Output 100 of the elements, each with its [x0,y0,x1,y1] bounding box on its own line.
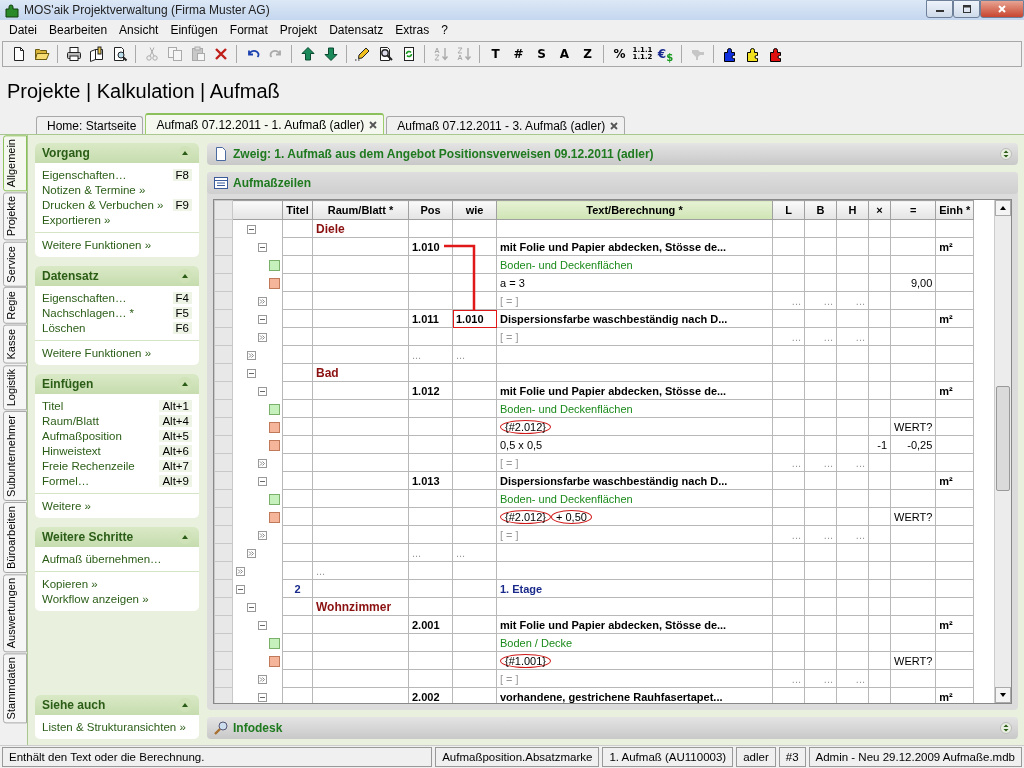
expand-collapse-icon[interactable] [1000,722,1012,734]
collapse-icon[interactable] [247,603,256,613]
double-chevron-icon[interactable] [258,459,267,469]
task-link[interactable]: Formel… [42,475,90,487]
delete-icon[interactable] [212,46,229,62]
column-header[interactable]: wie [452,200,497,220]
collapse-icon[interactable] [258,243,267,253]
puzzle-icon[interactable] [721,46,738,62]
print-preview-icon[interactable] [111,46,128,62]
double-chevron-icon[interactable] [258,675,267,685]
column-header[interactable]: Titel [282,200,313,220]
column-header[interactable]: L [772,200,805,220]
double-chevron-icon[interactable] [236,567,245,577]
task-link[interactable]: Notizen & Termine » [42,184,146,196]
expand-collapse-icon[interactable] [1000,148,1012,160]
search-icon[interactable] [377,46,394,62]
section-header[interactable]: Siehe auch [35,695,199,715]
collapse-icon[interactable] [258,621,267,631]
double-chevron-icon[interactable] [258,531,267,541]
task-link[interactable]: Exportieren » [42,214,111,226]
collapse-icon[interactable] [236,585,245,595]
collapse-icon[interactable] [177,529,193,545]
section-header[interactable]: Einfügen [35,374,199,394]
column-header[interactable]: × [868,200,891,220]
task-link[interactable]: Hinweistext [42,445,101,457]
side-tab[interactable]: Auswertungen [3,573,27,653]
column-header[interactable]: Pos [408,200,453,220]
task-link[interactable]: Eigenschaften… [42,169,127,181]
menu-item[interactable]: Extras [389,23,436,37]
collapse-icon[interactable] [177,145,193,161]
menu-item[interactable]: Einfügen [164,23,224,37]
panel-header[interactable]: Zweig: 1. Aufmaß aus dem Angebot Positionsverweisen 09.12.2011 (adler) [207,143,1018,165]
maximize-button[interactable] [953,0,980,18]
minimize-button[interactable] [926,0,953,18]
format-button[interactable]: % [608,43,631,65]
task-link[interactable]: Raum/Blatt [42,415,99,427]
format-button[interactable]: Z [576,43,599,65]
collapse-icon[interactable] [247,225,256,235]
column-header[interactable]: = [890,200,936,220]
scroll-up-button[interactable] [995,200,1011,216]
side-tab[interactable]: Büroarbeiten [3,501,27,573]
collapse-icon[interactable] [177,376,193,392]
double-chevron-icon[interactable] [247,549,256,559]
book-icon[interactable] [88,46,105,62]
task-link[interactable]: Workflow anzeigen » [42,593,149,605]
puzzle-icon[interactable] [744,46,761,62]
format-button[interactable]: T [484,43,507,65]
menu-item[interactable]: Bearbeiten [43,23,114,37]
format-button[interactable]: # [507,43,530,65]
side-tab[interactable]: Logistik [3,364,27,410]
document-tab[interactable]: Home: Startseite [36,116,144,134]
side-tab[interactable]: Kasse [3,325,27,364]
close-button[interactable] [980,0,1024,18]
side-tab[interactable]: Regie [3,287,27,325]
arrow-up-icon[interactable] [299,46,316,62]
side-tab[interactable]: Stammdaten [3,653,27,724]
menu-item[interactable]: Datensatz [323,23,390,37]
task-link[interactable]: Eigenschaften… [42,292,127,304]
column-header[interactable]: H [836,200,869,220]
puzzle-icon[interactable] [767,46,784,62]
task-link[interactable]: Weitere Funktionen » [42,347,152,359]
column-header[interactable]: Text/Berechnung * [496,200,773,220]
menu-item[interactable]: Datei [3,23,43,37]
printer-icon[interactable] [65,46,82,62]
task-link[interactable]: Aufmaß übernehmen… [42,553,162,565]
format-button[interactable]: A [553,43,576,65]
task-link[interactable]: Aufmaßposition [42,430,122,442]
side-tab[interactable]: Projekte [3,192,27,241]
document-tab[interactable]: Aufmaß 07.12.2011 - 1. Aufmaß (adler) [145,113,385,134]
collapse-icon[interactable] [258,315,267,325]
close-icon[interactable] [610,121,619,130]
double-chevron-icon[interactable] [247,351,256,361]
scrollbar-thumb[interactable] [996,385,1010,492]
pencil-icon[interactable] [354,46,371,62]
close-icon[interactable] [369,120,378,129]
collapse-icon[interactable] [247,369,256,379]
collapse-icon[interactable] [177,697,193,713]
section-header[interactable]: Weitere Schritte [35,527,199,547]
tab-label[interactable]: Aufmaß 07.12.2011 - 3. Aufmaß (adler) [397,118,606,133]
column-header[interactable]: B [804,200,837,220]
menu-item[interactable]: Ansicht [113,23,165,37]
side-tab[interactable]: Allgemein [3,135,27,192]
collapse-icon[interactable] [258,387,267,397]
section-header[interactable]: Datensatz [35,266,199,286]
collapse-icon[interactable] [258,693,267,703]
panel-header[interactable]: Infodesk [207,717,1018,739]
side-tab[interactable]: Service [3,241,27,287]
task-link[interactable]: Nachschlagen… * [42,307,135,319]
task-link[interactable]: Weitere » [42,500,91,512]
format-button[interactable]: S [530,43,553,65]
folder-icon[interactable] [33,46,50,62]
task-link[interactable]: Drucken & Verbuchen » [42,199,164,211]
column-header[interactable]: Einh * [935,200,974,220]
task-link[interactable]: Weitere Funktionen » [42,239,152,251]
task-link[interactable]: Titel [42,400,64,412]
menu-item[interactable]: ? [435,23,454,37]
arrow-down-icon[interactable] [322,46,339,62]
side-tab[interactable]: Subunternehmer [3,411,27,501]
double-chevron-icon[interactable] [258,297,267,307]
task-link[interactable]: Kopieren » [42,578,98,590]
